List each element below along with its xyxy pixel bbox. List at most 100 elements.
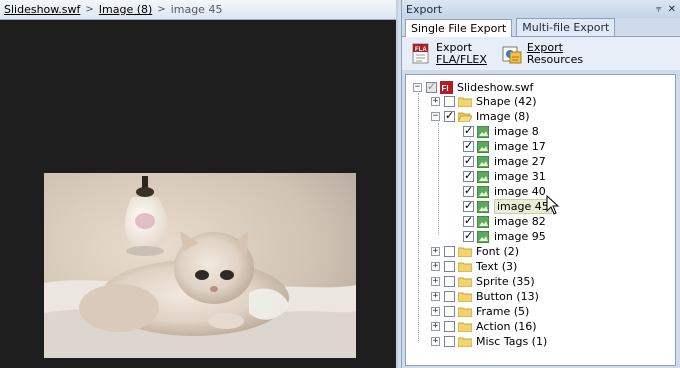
tree-row-button[interactable]: + Button (13) <box>431 289 539 304</box>
tree-label: image 17 <box>494 140 546 153</box>
export-resources-label-line2: Resources <box>526 52 584 66</box>
chevron-right-icon: > <box>85 4 94 15</box>
export-fla-label-line2: FLA/FLEX <box>436 52 487 66</box>
resources-icon <box>502 46 522 63</box>
tree-row-image[interactable]: − Image (8) <box>431 109 530 124</box>
tree-label: image 95 <box>494 230 546 243</box>
image-icon <box>477 185 489 198</box>
preview-image <box>44 173 356 358</box>
folder-icon <box>458 337 472 347</box>
tree-row-image-27[interactable]: image 27 <box>463 154 546 169</box>
tab-single-file-export[interactable]: Single File Export <box>405 19 513 37</box>
checkbox[interactable] <box>444 261 455 272</box>
pin-icon[interactable]: ⫧ <box>656 4 662 15</box>
export-resources-label-line1: Export <box>526 40 563 54</box>
tree-label: Text (3) <box>476 260 518 273</box>
tree-row-image-40[interactable]: image 40 <box>463 184 546 199</box>
folder-icon <box>458 247 472 257</box>
tree-row-image-31[interactable]: image 31 <box>463 169 546 184</box>
expand-icon[interactable]: + <box>431 247 440 256</box>
breadcrumb-current: image 45 <box>170 3 223 16</box>
tree-row-font[interactable]: + Font (2) <box>431 244 519 259</box>
image-icon <box>477 215 489 228</box>
tree-row-frame[interactable]: + Frame (5) <box>431 304 529 319</box>
expand-icon[interactable]: + <box>431 97 440 106</box>
expand-icon[interactable]: + <box>431 292 440 301</box>
tree-label: image 31 <box>494 170 546 183</box>
checkbox[interactable] <box>463 124 474 137</box>
tree-label: Sprite (35) <box>476 275 535 288</box>
tree-row-shape[interactable]: + Shape (42) <box>431 94 537 109</box>
folder-icon <box>458 277 472 287</box>
svg-text:Fl: Fl <box>442 84 449 93</box>
checkbox[interactable] <box>444 109 455 122</box>
image-icon <box>477 230 489 243</box>
collapse-icon[interactable]: − <box>413 83 422 92</box>
tree-row-image-45[interactable]: image 45 <box>463 199 552 214</box>
export-tabs: Single File Export Multi-file Export <box>402 18 680 37</box>
close-icon[interactable]: ✕ <box>668 4 676 15</box>
tree-row-root[interactable]: − Fl Slideshow.swf <box>413 80 533 95</box>
tree-label: Image (8) <box>476 110 530 123</box>
tree-label: Shape (42) <box>476 95 537 108</box>
checkbox[interactable] <box>444 306 455 317</box>
checkbox[interactable] <box>444 291 455 302</box>
tree-row-misc-tags[interactable]: + Misc Tags (1) <box>431 334 547 349</box>
tree-label: Action (16) <box>476 320 537 333</box>
expand-icon[interactable]: + <box>431 262 440 271</box>
expand-icon[interactable]: + <box>431 322 440 331</box>
checkbox[interactable] <box>444 276 455 287</box>
breadcrumb: Slideshow.swf > Image (8) > image 45 <box>0 0 398 20</box>
checkbox[interactable] <box>426 80 437 93</box>
tree-guide-line <box>438 123 439 235</box>
tree-label: image 82 <box>494 215 546 228</box>
export-fla-button[interactable]: FLA Export FLA/FLEX <box>410 40 487 66</box>
flash-file-icon: Fl <box>440 81 453 94</box>
image-icon <box>477 170 489 183</box>
breadcrumb-parent[interactable]: Image (8) <box>99 3 153 16</box>
checkbox[interactable] <box>463 214 474 227</box>
breadcrumb-root[interactable]: Slideshow.swf <box>4 3 80 16</box>
tree-row-image-8[interactable]: image 8 <box>463 124 539 139</box>
checkbox[interactable] <box>463 199 474 212</box>
tree-row-text[interactable]: + Text (3) <box>431 259 517 274</box>
checkbox[interactable] <box>463 229 474 242</box>
expand-icon[interactable]: + <box>431 337 440 346</box>
svg-text:FLA: FLA <box>415 47 427 53</box>
tree-row-sprite[interactable]: + Sprite (35) <box>431 274 535 289</box>
checkbox[interactable] <box>463 154 474 167</box>
checkbox[interactable] <box>444 321 455 332</box>
splitter[interactable] <box>396 0 398 368</box>
tree-row-action[interactable]: + Action (16) <box>431 319 537 334</box>
expand-icon[interactable]: + <box>431 277 440 286</box>
checkbox[interactable] <box>463 184 474 197</box>
tree-label: Button (13) <box>476 290 539 303</box>
checkbox[interactable] <box>463 139 474 152</box>
checkbox[interactable] <box>444 246 455 257</box>
image-icon <box>477 155 489 168</box>
export-fla-label-line1: Export <box>436 40 473 54</box>
panel-title: Export <box>406 2 443 16</box>
panel-title-bar: Export ⫧ ✕ <box>402 0 680 18</box>
chevron-right-icon: > <box>157 4 166 15</box>
checkbox[interactable] <box>444 96 455 107</box>
checkbox[interactable] <box>463 169 474 182</box>
tree-label: Slideshow.swf <box>457 81 534 94</box>
folder-icon <box>458 97 472 107</box>
folder-icon <box>458 322 472 332</box>
export-resources-button[interactable]: Export Resources <box>501 40 584 66</box>
tree-label: Frame (5) <box>476 305 530 318</box>
tree-row-image-82[interactable]: image 82 <box>463 214 546 229</box>
tree-row-image-95[interactable]: image 95 <box>463 229 546 244</box>
expand-icon[interactable]: + <box>431 307 440 316</box>
tree-label: Font (2) <box>476 245 520 258</box>
image-icon <box>477 140 489 153</box>
collapse-icon[interactable]: − <box>431 112 440 121</box>
checkbox[interactable] <box>444 336 455 347</box>
preview-pane: Slideshow.swf > Image (8) > image 45 <box>0 0 398 368</box>
mouse-cursor-icon <box>546 195 560 215</box>
fla-file-icon: FLA <box>412 43 429 63</box>
tree-label: Misc Tags (1) <box>476 335 548 348</box>
tab-multi-file-export[interactable]: Multi-file Export <box>516 18 616 36</box>
tree-row-image-17[interactable]: image 17 <box>463 139 546 154</box>
